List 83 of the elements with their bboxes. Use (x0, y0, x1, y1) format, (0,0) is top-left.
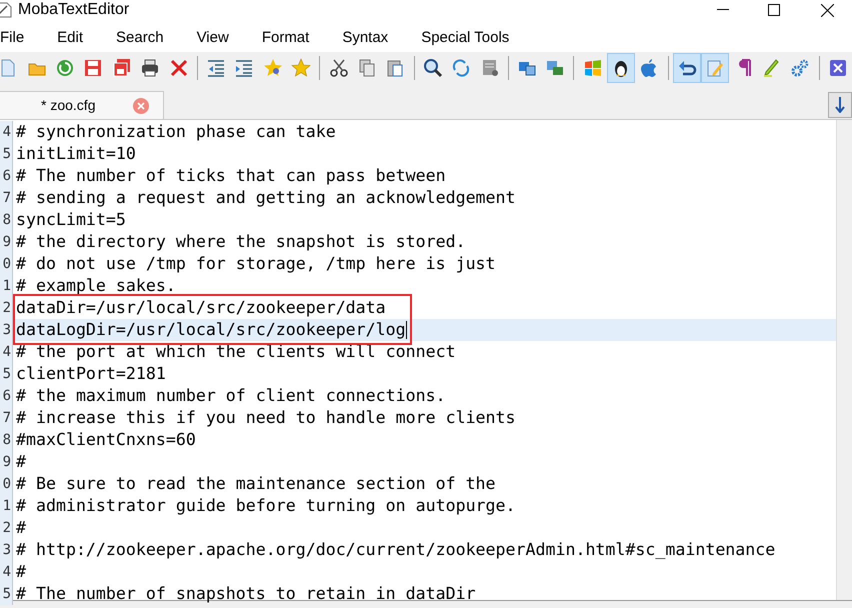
code-line: # The number of ticks that can pass between (16, 164, 446, 187)
code-line: # the directory where the snapshot is stored. (16, 230, 466, 253)
code-line: # http://zookeeper.apache.org/doc/current/zookeeperAdmin.html#sc_maintenance (16, 538, 776, 561)
code-line: # do not use /tmp for storage, /tmp here is just (16, 252, 496, 275)
file-tab[interactable]: * zoo.cfg (0, 91, 164, 119)
copy-icon (356, 58, 377, 78)
search-icon (422, 58, 443, 78)
app-icon (0, 2, 12, 18)
window-title: MobaTextEditor (18, 0, 130, 20)
line-number: 2 (2, 518, 12, 538)
line-number: 4 (2, 562, 12, 582)
refresh-icon (55, 58, 76, 78)
line-number: 8 (2, 430, 12, 450)
close-icon (137, 102, 145, 110)
code-line: # sending a request and getting an acknowledgement (16, 186, 516, 209)
clipboard-icon (385, 58, 406, 78)
code-line: dataLogDir=/usr/local/src/zookeeper/log (16, 318, 406, 341)
line-number: 3 (2, 540, 12, 560)
pencil-icon (705, 58, 726, 78)
line-number: 7 (2, 408, 12, 428)
menu-item[interactable]: Search (116, 26, 164, 50)
down-arrow-icon (835, 97, 845, 113)
line-number: 5 (2, 364, 12, 384)
line-number: 0 (2, 254, 12, 274)
menu-item[interactable]: Edit (57, 26, 84, 50)
indent-icon (234, 58, 254, 78)
toolbar-button[interactable] (606, 53, 636, 83)
close-icon (820, 4, 834, 16)
line-number: 1 (2, 276, 12, 296)
line-number: 5 (2, 144, 12, 164)
code-line: # (16, 516, 26, 539)
floppy-disks-icon (112, 58, 132, 78)
circular-arrows-icon (451, 58, 472, 78)
close-square-icon (828, 58, 848, 78)
line-number: 3 (2, 320, 12, 340)
scissors-icon (328, 58, 349, 78)
line-number: 1 (2, 496, 12, 516)
outdent-icon (206, 58, 226, 78)
text-cursor (406, 321, 407, 339)
code-line: clientPort=2181 (16, 362, 166, 385)
code-line: # (16, 450, 26, 473)
line-number: 6 (2, 386, 12, 406)
code-line: syncLimit=5 (16, 208, 126, 231)
maximize-icon (768, 4, 780, 16)
menu-item[interactable]: Syntax (342, 26, 388, 50)
code-line: initLimit=10 (16, 142, 136, 165)
minimize-icon (717, 9, 729, 11)
tab-close-button[interactable] (133, 98, 149, 114)
windows-logo-icon (582, 58, 603, 78)
code-line: dataDir=/usr/local/src/zookeeper/data (16, 296, 386, 319)
line-number: 7 (2, 188, 12, 208)
menu-item[interactable]: Format (262, 26, 310, 50)
code-line: # The number of snapshots to retain in dataDir (16, 582, 476, 605)
star-icon (262, 58, 283, 78)
line-number: 8 (2, 210, 12, 230)
code-line: # administrator guide before turning on autopurge. (16, 494, 516, 517)
code-line: #maxClientCnxns=60 (16, 428, 196, 451)
menu-item[interactable]: File (0, 26, 24, 50)
close-icon (168, 58, 189, 78)
star-icon (291, 58, 312, 78)
code-line: # synchronization phase can take (16, 120, 336, 143)
line-number: 4 (2, 342, 12, 362)
code-line: # the maximum number of client connections. (16, 384, 446, 407)
menu-item[interactable]: View (196, 26, 229, 50)
scrollbar[interactable] (836, 120, 852, 600)
toolbar-button[interactable] (672, 53, 701, 83)
gears-icon (790, 58, 810, 78)
code-line: # the port at which the clients will connect (16, 340, 456, 363)
windows-icon (545, 58, 566, 78)
line-number: 4 (2, 122, 12, 142)
scroll-down-button[interactable] (828, 92, 852, 118)
code-line: # increase this if you need to handle more clients (16, 406, 516, 429)
line-number: 0 (2, 474, 12, 494)
printer-icon (140, 58, 160, 78)
line-number: 9 (2, 232, 12, 252)
line-number: 5 (2, 584, 12, 604)
line-number: 2 (2, 298, 12, 318)
line-number: 9 (2, 452, 12, 472)
code-line: # (16, 560, 26, 583)
line-number: 6 (2, 166, 12, 186)
menu-item[interactable]: Special Tools (421, 26, 510, 50)
code-line: # example sakes. (16, 274, 176, 297)
code-line: # Be sure to read the maintenance section of the (16, 472, 496, 495)
